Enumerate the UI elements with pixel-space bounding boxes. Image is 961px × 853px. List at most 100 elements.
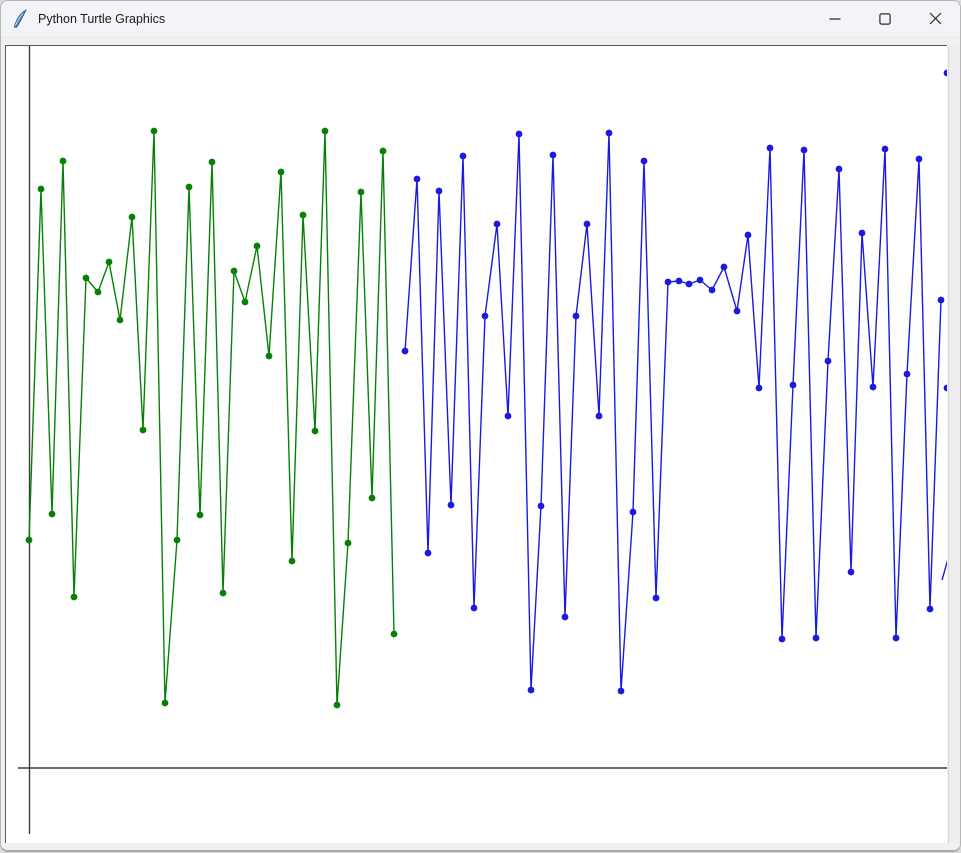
blue-series-data-point [516, 131, 523, 138]
blue-series-data-point [436, 188, 443, 195]
blue-series-data-point [927, 606, 934, 613]
blue-series-data-point [596, 413, 603, 420]
blue-series-data-point [653, 595, 660, 602]
green-series-data-point [289, 558, 296, 565]
close-button[interactable] [910, 1, 960, 37]
green-series-data-point [380, 148, 387, 155]
blue-series-data-point [414, 176, 421, 183]
blue-series-data-point [538, 503, 545, 510]
blue-series-data-point [471, 605, 478, 612]
blue-series-data-point [697, 277, 704, 284]
green-series-line [29, 131, 394, 705]
blue-series-data-point [916, 156, 923, 163]
blue-series-data-point [448, 502, 455, 509]
blue-series-data-point [779, 636, 786, 643]
green-series-data-point [254, 243, 261, 250]
blue-series-data-point [870, 384, 877, 391]
title-bar[interactable]: Python Turtle Graphics [1, 1, 960, 37]
green-series-data-point [60, 158, 67, 165]
blue-series-data-point [686, 281, 693, 288]
clipped-line-fragment [942, 559, 947, 580]
green-series-data-point [106, 259, 113, 266]
green-series-data-point [162, 700, 169, 707]
maximize-icon [879, 13, 891, 25]
green-series-data-point [209, 159, 216, 166]
green-series-data-point [95, 289, 102, 296]
close-icon [929, 12, 942, 25]
blue-series-line [405, 133, 941, 691]
blue-series-data-point [562, 614, 569, 621]
blue-series-data-point [734, 308, 741, 315]
window-bottom-edge [5, 843, 960, 850]
blue-series-data-point [813, 635, 820, 642]
minimize-icon [829, 13, 841, 25]
green-series-data-point [369, 495, 376, 502]
green-series-data-point [83, 275, 90, 282]
blue-series-data-point [641, 158, 648, 165]
vertical-scrollbar-track[interactable] [948, 46, 961, 843]
green-series-data-point [312, 428, 319, 435]
green-series-data-point [322, 128, 329, 135]
blue-series-data-point [482, 313, 489, 320]
blue-series-data-point [709, 287, 716, 294]
clipped-dot-fragment [944, 385, 947, 392]
green-series-data-point [300, 212, 307, 219]
green-series-data-point [231, 268, 238, 275]
green-series-data-point [117, 317, 124, 324]
green-series-data-point [266, 353, 273, 360]
green-series-data-point [174, 537, 181, 544]
blue-series-data-point [825, 358, 832, 365]
blue-series-data-point [893, 635, 900, 642]
blue-series-data-point [505, 413, 512, 420]
blue-series-data-point [618, 688, 625, 695]
green-series-data-point [197, 512, 204, 519]
green-series-data-point [220, 590, 227, 597]
blue-series-data-point [425, 550, 432, 557]
blue-series-data-point [665, 279, 672, 286]
blue-series-data-point [676, 278, 683, 285]
minimize-button[interactable] [810, 1, 860, 37]
blue-series-data-point [836, 166, 843, 173]
blue-series-data-point [904, 371, 911, 378]
tk-feather-icon [12, 9, 29, 28]
window-title: Python Turtle Graphics [38, 12, 165, 26]
green-series-data-point [334, 702, 341, 709]
blue-series-data-point [606, 130, 613, 137]
blue-series-data-point [790, 382, 797, 389]
clipped-dot-fragment [944, 70, 947, 77]
blue-series-data-point [756, 385, 763, 392]
blue-series-data-point [630, 509, 637, 516]
green-series-data-point [278, 169, 285, 176]
green-series-data-point [345, 540, 352, 547]
blue-series-data-point [767, 145, 774, 152]
green-series-data-point [38, 186, 45, 193]
blue-series-data-point [938, 297, 945, 304]
green-series-data-point [71, 594, 78, 601]
green-series-data-point [26, 537, 33, 544]
turtle-graphics-window: Python Turtle Graphics [0, 0, 961, 852]
blue-series-data-point [859, 230, 866, 237]
blue-series-data-point [550, 152, 557, 159]
green-series-data-point [186, 184, 193, 191]
blue-series-data-point [494, 221, 501, 228]
blue-series-data-point [528, 687, 535, 694]
green-series-data-point [358, 189, 365, 196]
green-series-data-point [49, 511, 56, 518]
blue-series-data-point [882, 146, 889, 153]
green-series-data-point [140, 427, 147, 434]
blue-series-data-point [573, 313, 580, 320]
blue-series-data-point [801, 147, 808, 154]
green-series-data-point [129, 214, 136, 221]
maximize-button[interactable] [860, 1, 910, 37]
green-series-data-point [151, 128, 158, 135]
turtle-canvas-svg [6, 46, 947, 843]
turtle-canvas [5, 45, 947, 843]
blue-series-data-point [721, 264, 728, 271]
blue-series-data-point [402, 348, 409, 355]
blue-series-data-point [848, 569, 855, 576]
green-series-data-point [242, 299, 249, 306]
window-controls [810, 1, 960, 37]
blue-series-data-point [584, 221, 591, 228]
blue-series-data-point [745, 232, 752, 239]
blue-series-data-point [460, 153, 467, 160]
